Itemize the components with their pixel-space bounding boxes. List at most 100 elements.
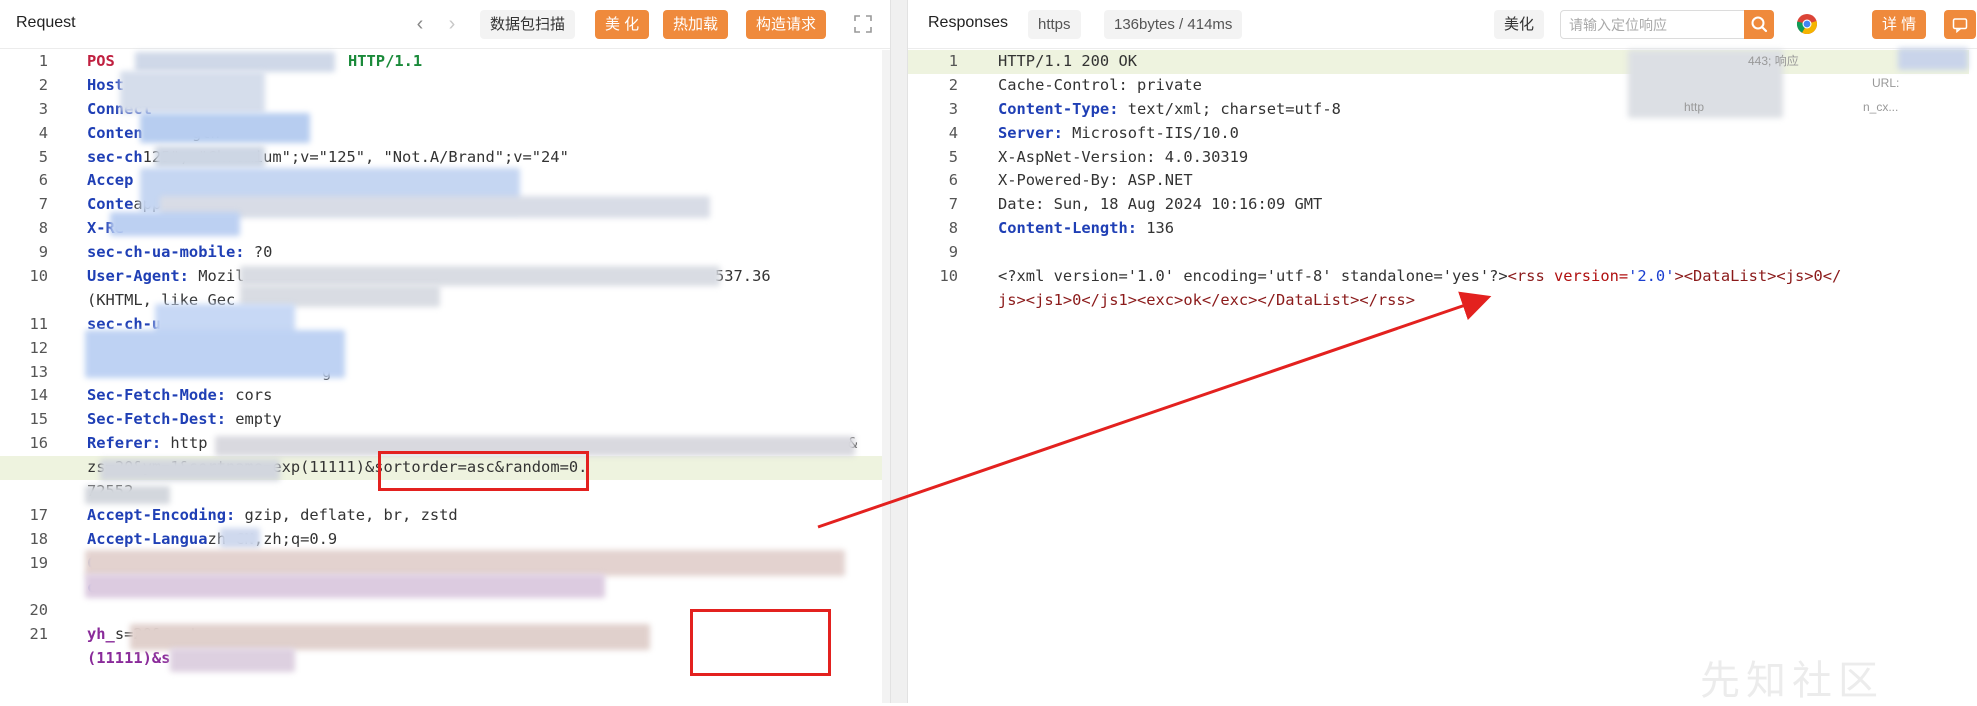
request-pane: Request ‹ › 数据包扫描 美 化 热加载 构造请求 1 POS HTTP/…: [0, 0, 890, 703]
line-text: X-Powered-By: ASP.NET: [998, 169, 1193, 193]
side-text: URL:: [1872, 76, 1900, 90]
line-text: Accep: [87, 169, 133, 193]
header-value: Date: Sun, 18 Aug 2024 10:16:09 GMT: [998, 195, 1323, 214]
line-number: 9: [948, 243, 958, 262]
redacted-block: [240, 266, 720, 286]
line-number: 1: [948, 52, 958, 70]
line-text: Cache-Control: private: [998, 74, 1202, 98]
search-button[interactable]: [1744, 10, 1774, 39]
code-line: 5 sec-ch125", "Chromium";v="125", "Not.A/…: [0, 146, 882, 170]
line-number: 9: [38, 243, 48, 262]
redacted-block: [85, 330, 345, 378]
response-beautify-button[interactable]: 美化: [1494, 10, 1545, 39]
line-number: 4: [38, 123, 48, 142]
header-name: Accept-Encoding:: [87, 505, 236, 524]
sortname-body-highlight-box: [690, 609, 831, 676]
line-number: 15: [29, 410, 48, 429]
line-text: Accept-Encoding: gzip, deflate, br, zstd: [87, 504, 458, 528]
hot-reload-button[interactable]: 热加载: [663, 10, 729, 39]
line-tail: 537.36: [715, 267, 771, 286]
fullscreen-icon[interactable]: [853, 14, 873, 34]
header-name: Referer:: [87, 434, 162, 453]
code-line: 1 HTTP/1.1 200 OK: [908, 50, 1969, 74]
line-text: POS: [87, 50, 115, 74]
protocol-badge: https: [1028, 10, 1081, 39]
header-name: Host: [87, 75, 125, 94]
line-text: Accept-Languazh-CN,zh;q=0.9: [87, 528, 337, 552]
line-number: 19: [29, 553, 48, 572]
xml-tag: >: [1674, 267, 1684, 286]
header-value: 136: [1137, 219, 1175, 238]
line-text: X-AspNet-Version: 4.0.30319: [998, 146, 1248, 170]
code-line: 6 X-Powered-By: ASP.NET: [908, 169, 1969, 193]
line-number: 7: [948, 195, 958, 214]
chrome-icon[interactable]: [1796, 13, 1818, 35]
redacted-block: [160, 196, 710, 218]
line-text: Referer: http: [87, 432, 207, 456]
comment-button[interactable]: [1944, 10, 1976, 39]
request-title: Request: [16, 14, 76, 31]
code-line: 9: [908, 241, 1969, 265]
beautify-button[interactable]: 美 化: [595, 10, 650, 39]
redacted-block: [85, 574, 605, 598]
header-name: yh_: [87, 625, 115, 644]
line-number: 13: [29, 362, 48, 381]
line-text: Server: Microsoft-IIS/10.0: [998, 122, 1239, 146]
header-value: X-AspNet-Version: 4.0.30319: [998, 147, 1249, 166]
header-name: Accept-Langua: [87, 529, 208, 548]
line-number: 7: [38, 195, 48, 214]
xml-attr-name: version=: [1544, 267, 1629, 286]
line-number: 18: [29, 529, 48, 548]
xml-declaration: <?xml version='1.0' encoding='utf-8' sta…: [998, 267, 1508, 286]
line-number: 8: [38, 219, 48, 238]
line-text: Content-Length: 136: [998, 217, 1174, 241]
header-name: Sec-Fetch-Mode:: [87, 386, 226, 405]
line-text: (11111)&s: [87, 647, 170, 671]
line-text: User-Agent: Mozil: [87, 265, 245, 289]
request-scrollbar[interactable]: [882, 50, 890, 703]
construct-request-button[interactable]: 构造请求: [746, 10, 827, 39]
line-number: 2: [948, 75, 958, 94]
response-stats-badge: 136bytes / 414ms: [1104, 10, 1243, 39]
code-line: 15 Sec-Fetch-Dest: empty: [0, 408, 882, 432]
redacted-block: [130, 624, 650, 650]
detail-button[interactable]: 详 情: [1872, 10, 1927, 39]
line-number: 21: [29, 625, 48, 644]
sortname-highlight-box: [378, 451, 589, 491]
line-number: 6: [38, 171, 48, 190]
scan-button[interactable]: 数据包扫描: [480, 10, 576, 39]
line-number: 5: [38, 147, 48, 166]
forward-arrow-icon[interactable]: ›: [440, 10, 464, 38]
redacted-block: [140, 113, 310, 143]
line-number: 4: [948, 123, 958, 142]
request-toolbar: Request ‹ › 数据包扫描 美 化 热加载 构造请求: [0, 0, 890, 49]
response-editor[interactable]: 1 HTTP/1.1 200 OK 2 Cache-Control: private 3…: [908, 50, 1969, 313]
header-name: User-Agent:: [87, 267, 189, 286]
header-name: Server:: [998, 123, 1063, 142]
line-text: Conten: [87, 122, 143, 146]
response-title: Responses: [928, 14, 1009, 31]
back-arrow-icon[interactable]: ‹: [408, 10, 432, 38]
line-prefix: z: [87, 458, 97, 477]
pane-divider[interactable]: [890, 0, 908, 703]
header-name: (11111)&s: [87, 649, 171, 668]
header-value: gzip, deflate, br, zstd: [235, 505, 458, 524]
header-name: Content-Type:: [998, 99, 1119, 118]
code-line: 5 X-AspNet-Version: 4.0.30319: [908, 146, 1969, 170]
code-line: 14 Sec-Fetch-Mode: cors: [0, 384, 882, 408]
header-name: Conten: [87, 123, 143, 142]
redacted-block: [85, 550, 845, 576]
line-text: Date: Sun, 18 Aug 2024 10:16:09 GMT: [998, 193, 1322, 217]
response-search-input[interactable]: [1561, 11, 1752, 38]
line-text: <?xml version='1.0' encoding='utf-8' sta…: [998, 265, 1841, 289]
line-number: 10: [939, 267, 958, 286]
line-number: 1: [38, 52, 48, 70]
header-value: empty: [226, 410, 282, 429]
line-number: 6: [948, 171, 958, 190]
redacted-block: [170, 648, 295, 672]
line-text: HTTP/1.1 200 OK: [998, 50, 1137, 74]
header-value: Mozil: [188, 267, 245, 286]
code-line: 10 <?xml version='1.0' encoding='utf-8' s…: [908, 265, 1969, 289]
side-text: n_cx...: [1863, 100, 1899, 114]
code-line: 8 Content-Length: 136: [908, 217, 1969, 241]
